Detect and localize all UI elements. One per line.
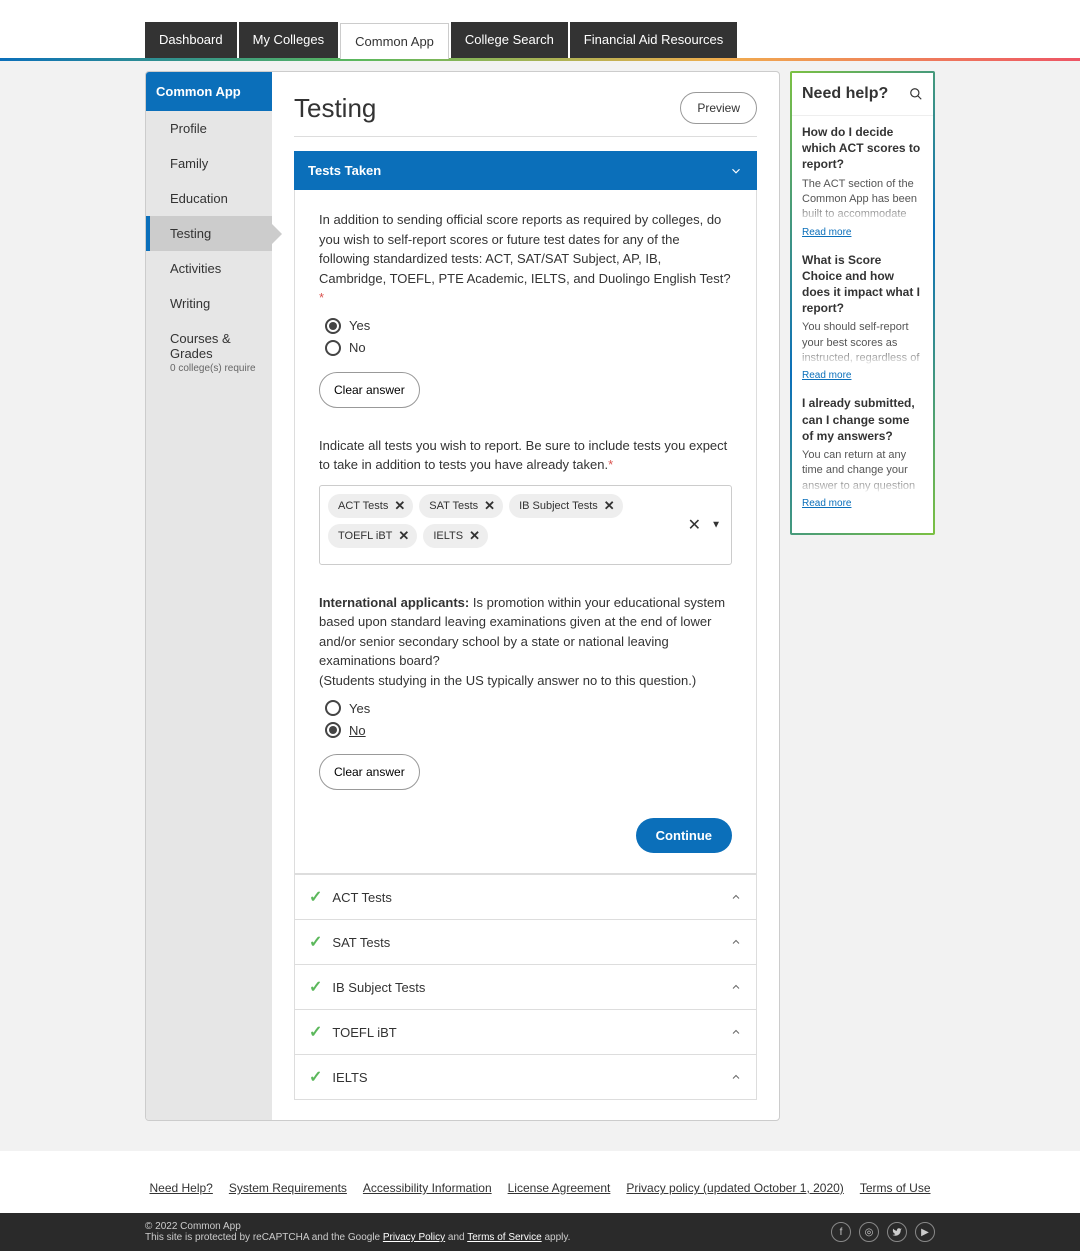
chip-ib-subject-tests: IB Subject Tests ✕	[509, 494, 623, 518]
accordion-label: TOEFL iBT	[332, 1025, 720, 1040]
continue-button[interactable]: Continue	[636, 818, 732, 853]
chevron-up-icon	[730, 1071, 742, 1083]
q3-text: International applicants: Is promotion w…	[319, 593, 732, 691]
topbar-tab-financial-aid-resources[interactable]: Financial Aid Resources	[570, 22, 737, 58]
faq-question: I already submitted, can I change some o…	[802, 395, 923, 444]
preview-button[interactable]: Preview	[680, 92, 757, 124]
sidebar-item-courses-grades[interactable]: Courses & Grades0 college(s) require	[146, 321, 272, 384]
q3-yes-label: Yes	[349, 701, 370, 716]
youtube-icon[interactable]: ▶	[915, 1222, 935, 1242]
twitter-icon[interactable]	[887, 1222, 907, 1242]
accordion-sat-tests[interactable]: ✓ SAT Tests	[294, 920, 757, 965]
sidebar-item-activities[interactable]: Activities	[146, 251, 272, 286]
footer-link-privacy-policy-updated-october-[interactable]: Privacy policy (updated October 1, 2020)	[626, 1181, 843, 1195]
q1-yes-label: Yes	[349, 318, 370, 333]
accordion-label: IB Subject Tests	[332, 980, 720, 995]
section-header-label: Tests Taken	[308, 163, 381, 178]
chip-ielts: IELTS ✕	[423, 524, 488, 548]
multiselect-clear-icon[interactable]: ✕	[688, 515, 701, 535]
sidebar-item-sublabel: 0 college(s) require	[170, 363, 262, 374]
read-more-link[interactable]: Read more	[802, 370, 851, 381]
topbar-tab-my-colleges[interactable]: My Colleges	[239, 22, 339, 58]
topbar-tab-common-app[interactable]: Common App	[340, 23, 449, 59]
faq-question: What is Score Choice and how does it imp…	[802, 252, 923, 317]
sidebar-item-family[interactable]: Family	[146, 146, 272, 181]
check-icon: ✓	[309, 887, 322, 907]
google-privacy-link[interactable]: Privacy Policy	[383, 1232, 445, 1243]
sidebar-item-writing[interactable]: Writing	[146, 286, 272, 321]
accordion-label: ACT Tests	[332, 890, 720, 905]
sidebar-item-education[interactable]: Education	[146, 181, 272, 216]
chevron-up-icon	[730, 936, 742, 948]
q3-clear-button[interactable]: Clear answer	[319, 754, 420, 790]
footer-link-system-requirements[interactable]: System Requirements	[229, 1181, 347, 1195]
sidebar-item-profile[interactable]: Profile	[146, 111, 272, 146]
google-tos-link[interactable]: Terms of Service	[467, 1232, 541, 1243]
footer-link-terms-of-use[interactable]: Terms of Use	[860, 1181, 931, 1195]
q1-no-label: No	[349, 340, 366, 355]
radio-icon	[325, 722, 341, 738]
chip-label: IB Subject Tests	[519, 500, 598, 512]
chip-act-tests: ACT Tests ✕	[328, 494, 413, 518]
read-more-link[interactable]: Read more	[802, 227, 851, 238]
sidebar-header: Common App	[146, 72, 272, 111]
faq-question: How do I decide which ACT scores to repo…	[802, 124, 923, 173]
accordion-ib-subject-tests[interactable]: ✓ IB Subject Tests	[294, 965, 757, 1010]
facebook-icon[interactable]: f	[831, 1222, 851, 1242]
radio-icon	[325, 340, 341, 356]
accordion-label: IELTS	[332, 1070, 720, 1085]
q1-text: In addition to sending official score re…	[319, 210, 732, 308]
chip-toefl-ibt: TOEFL iBT ✕	[328, 524, 417, 548]
topbar-tab-college-search[interactable]: College Search	[451, 22, 568, 58]
help-title: Need help?	[802, 85, 888, 103]
q2-text: Indicate all tests you wish to report. B…	[319, 436, 732, 475]
chip-remove-icon[interactable]: ✕	[398, 528, 409, 544]
sidebar-item-testing[interactable]: Testing	[146, 216, 272, 251]
footer-link-need-help-[interactable]: Need Help?	[149, 1181, 212, 1195]
recaptcha-notice: This site is protected by reCAPTCHA and …	[145, 1232, 570, 1243]
chip-remove-icon[interactable]: ✕	[484, 498, 495, 514]
topbar-tab-dashboard[interactable]: Dashboard	[145, 22, 237, 58]
chip-label: SAT Tests	[429, 500, 478, 512]
chevron-down-icon	[729, 164, 743, 178]
chevron-up-icon	[730, 1026, 742, 1038]
q1-radio-no[interactable]: No	[325, 340, 732, 356]
chevron-up-icon	[730, 981, 742, 993]
page-title: Testing	[294, 93, 376, 124]
q1-radio-yes[interactable]: Yes	[325, 318, 732, 334]
instagram-icon[interactable]: ◎	[859, 1222, 879, 1242]
radio-icon	[325, 318, 341, 334]
check-icon: ✓	[309, 977, 322, 997]
q3-radio-no[interactable]: No	[325, 722, 732, 738]
chip-label: TOEFL iBT	[338, 530, 392, 542]
chip-label: ACT Tests	[338, 500, 388, 512]
tests-multiselect[interactable]: ACT Tests✕SAT Tests✕IB Subject Tests✕TOE…	[319, 485, 732, 565]
chevron-up-icon	[730, 891, 742, 903]
accordion-act-tests[interactable]: ✓ ACT Tests	[294, 874, 757, 920]
footer-link-accessibility-information[interactable]: Accessibility Information	[363, 1181, 492, 1195]
q3-radio-yes[interactable]: Yes	[325, 700, 732, 716]
q3-no-label: No	[349, 723, 366, 738]
chip-label: IELTS	[433, 530, 463, 542]
copyright: © 2022 Common App	[145, 1221, 570, 1232]
accordion-toefl-ibt[interactable]: ✓ TOEFL iBT	[294, 1010, 757, 1055]
footer-link-license-agreement[interactable]: License Agreement	[508, 1181, 611, 1195]
check-icon: ✓	[309, 932, 322, 952]
section-tests-taken-header[interactable]: Tests Taken	[294, 151, 757, 190]
multiselect-caret-icon[interactable]: ▼	[711, 519, 721, 530]
accordion-label: SAT Tests	[332, 935, 720, 950]
accordion-ielts[interactable]: ✓ IELTS	[294, 1055, 757, 1100]
check-icon: ✓	[309, 1067, 322, 1087]
chip-remove-icon[interactable]: ✕	[604, 498, 615, 514]
q1-clear-button[interactable]: Clear answer	[319, 372, 420, 408]
read-more-link[interactable]: Read more	[802, 498, 851, 509]
search-icon[interactable]	[909, 87, 923, 101]
chip-remove-icon[interactable]: ✕	[394, 498, 405, 514]
chip-remove-icon[interactable]: ✕	[469, 528, 480, 544]
chip-sat-tests: SAT Tests ✕	[419, 494, 503, 518]
check-icon: ✓	[309, 1022, 322, 1042]
radio-icon	[325, 700, 341, 716]
